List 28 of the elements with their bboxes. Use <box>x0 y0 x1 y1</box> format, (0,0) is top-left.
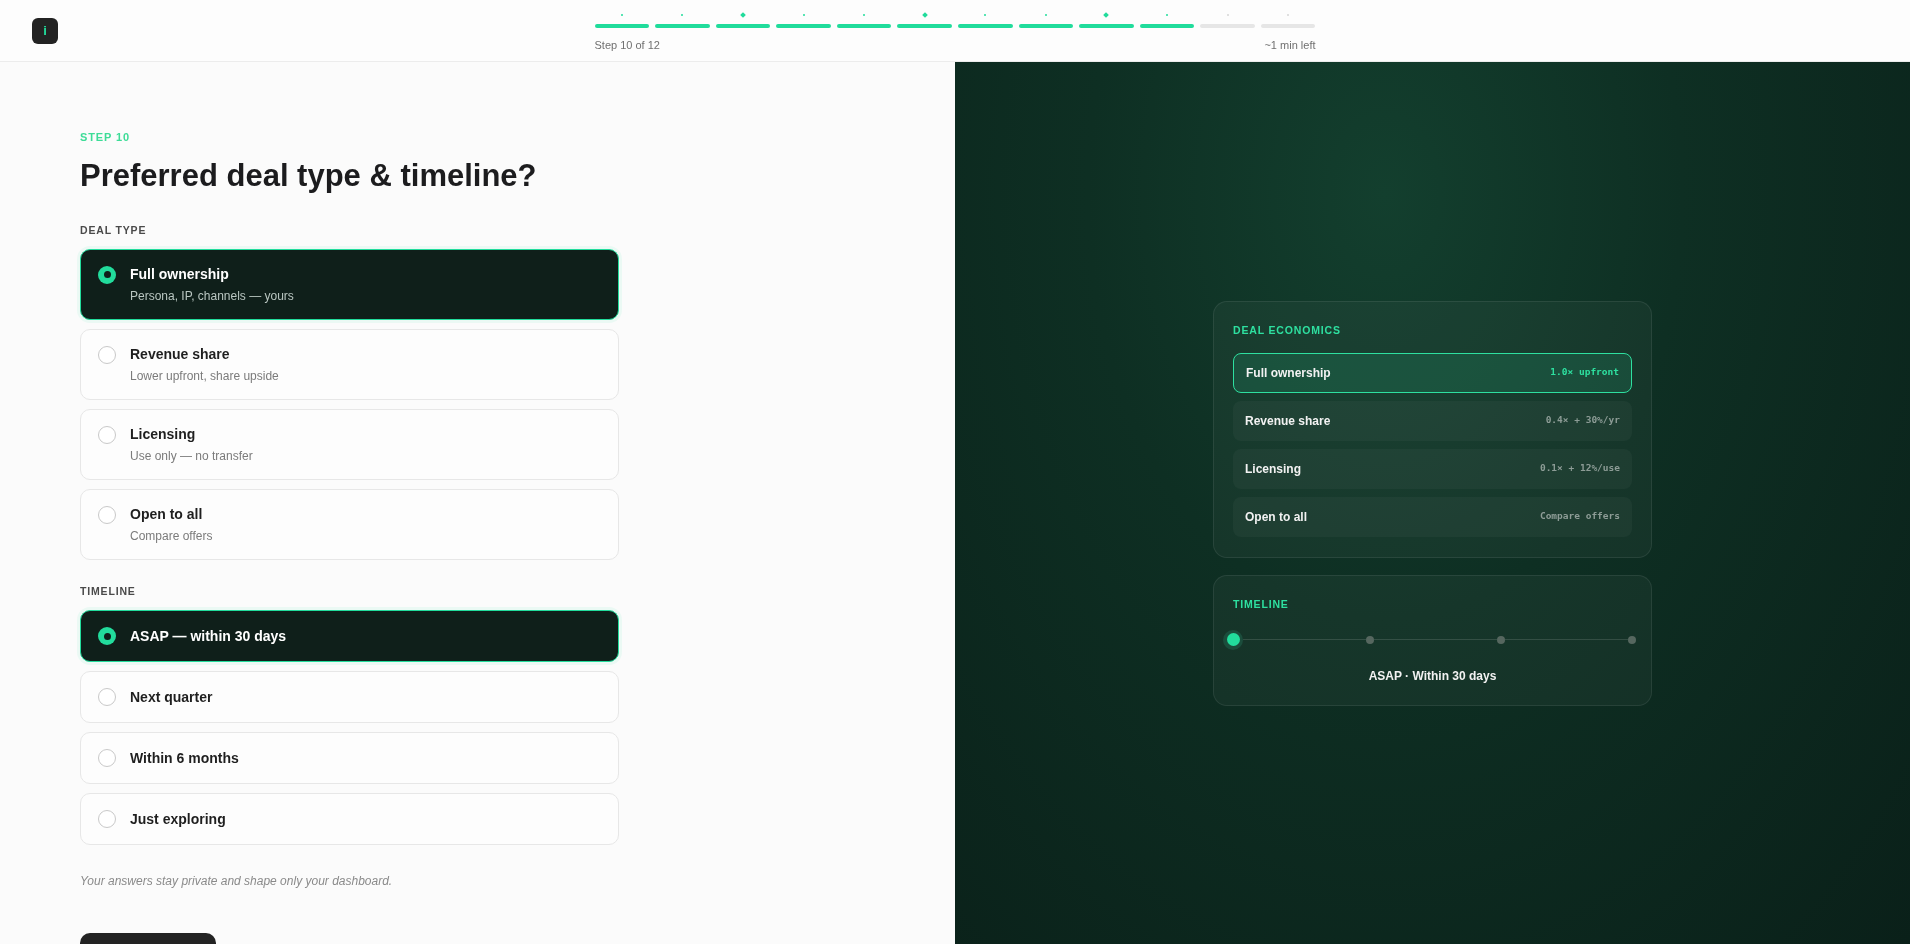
deal-type-label: Full ownership <box>1246 364 1331 382</box>
timeline-caption: ASAP · Within 30 days <box>1368 668 1497 684</box>
deal-terms: 0.1× + 12%/use <box>1539 461 1620 476</box>
option-card[interactable]: Within 6 months <box>80 732 619 784</box>
step-counter: Step 10 of 12 <box>594 38 660 52</box>
section-label: TIMELINE <box>80 585 136 597</box>
privacy-note: Your answers stay private and shape only your dashboard. <box>80 874 393 888</box>
card-title: TIMELINE <box>1233 597 1289 610</box>
option-card[interactable]: ASAP — within 30 days <box>80 610 619 662</box>
time-remaining: ~1 min left <box>1264 38 1316 52</box>
deal-terms: 1.0× upfront <box>1550 365 1619 380</box>
deal-type-label: Open to all <box>1245 508 1307 526</box>
option-card[interactable]: Open to all Compare offers <box>80 489 619 560</box>
deal-terms: 0.4× + 30%/yr <box>1545 413 1620 428</box>
card-title: DEAL ECONOMICS <box>1233 323 1341 336</box>
option-card[interactable]: Revenue share Lower upfront, share upside <box>80 329 619 400</box>
option-card[interactable]: Licensing Use only — no transfer <box>80 409 619 480</box>
question-title: Preferred deal type & timeline? <box>80 158 537 194</box>
app-logo: i <box>32 17 58 44</box>
option-card[interactable]: Next quarter <box>80 671 619 723</box>
option-card[interactable]: Full ownership Persona, IP, channels — yours <box>80 249 619 320</box>
option-card[interactable]: Just exploring <box>80 793 619 845</box>
action-button[interactable] <box>80 933 216 944</box>
deal-type-label: Licensing <box>1245 460 1301 478</box>
deal-type-label: Revenue share <box>1245 412 1331 430</box>
step-eyebrow: STEP 10 <box>80 131 130 144</box>
deal-terms: Compare offers <box>1539 509 1620 524</box>
section-label: DEAL TYPE <box>80 224 147 236</box>
